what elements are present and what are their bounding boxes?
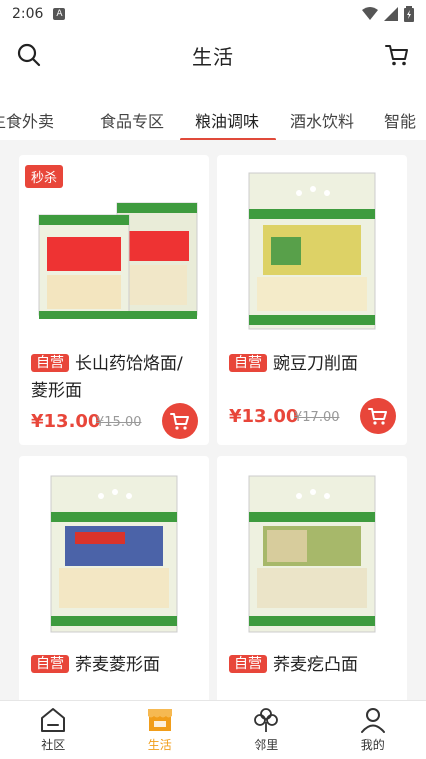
product-name-line1: 荞麦菱形面 xyxy=(75,655,160,675)
original-price: ¥15.00 xyxy=(96,415,142,430)
notification-icon: A xyxy=(53,8,66,20)
add-to-cart-button[interactable] xyxy=(360,398,396,434)
nav-label: 生活 xyxy=(147,738,172,752)
signal-icon xyxy=(384,7,398,21)
product-price: ¥13.00 xyxy=(229,406,299,427)
product-price: ¥13.00 xyxy=(31,411,101,432)
product-grid: 秒杀 自营长山药饸烙面/ 菱形面 ¥13.00 ¥15.00 自营豌豆刀削面 xyxy=(0,140,426,700)
product-name: 自营 豌豆刀削面 xyxy=(229,351,399,378)
wifi-icon xyxy=(362,7,378,20)
cart-icon[interactable] xyxy=(384,42,410,68)
search-icon[interactable] xyxy=(16,42,42,68)
nav-life[interactable]: 生活 xyxy=(107,701,214,759)
nav-label: 我的 xyxy=(360,738,385,752)
status-bar: 2:06 A xyxy=(0,0,426,28)
top-bar: 生活 xyxy=(0,28,426,82)
page-title: 生活 xyxy=(192,44,234,69)
cart-icon xyxy=(368,408,387,425)
product-name-line1: 豌豆刀削面 xyxy=(273,354,358,374)
category-tabs: 生食外卖 食品专区 粮油调味 酒水饮料 智能 xyxy=(0,82,426,140)
nav-neighbor[interactable]: 邻里 xyxy=(213,701,320,759)
product-image xyxy=(248,172,376,330)
nav-community[interactable]: 社区 xyxy=(0,701,107,759)
self-operated-tag: 自营 xyxy=(229,354,267,372)
product-name-line1: 荞麦疙凸面 xyxy=(273,655,358,675)
original-price: ¥17.00 xyxy=(294,410,340,425)
tab-smart[interactable]: 智能 xyxy=(384,108,416,132)
product-image xyxy=(50,475,178,633)
tab-takeaway[interactable]: 生食外卖 xyxy=(0,108,54,132)
product-name: 自营 荞麦疙凸面 xyxy=(229,652,399,679)
tab-drinks[interactable]: 酒水饮料 xyxy=(290,108,354,132)
self-operated-tag: 自营 xyxy=(31,655,69,673)
product-image xyxy=(38,202,198,319)
self-operated-tag: 自营 xyxy=(229,655,267,673)
bottom-nav: 社区 生活 邻里 我的 xyxy=(0,700,426,759)
add-to-cart-button[interactable] xyxy=(162,403,198,439)
tab-grain-oil[interactable]: 粮油调味 xyxy=(195,108,259,132)
product-card[interactable]: 自营 荞麦疙凸面 xyxy=(217,456,407,700)
nav-label: 邻里 xyxy=(254,738,279,752)
clover-icon xyxy=(254,708,279,732)
self-operated-tag: 自营 xyxy=(31,354,69,372)
user-icon xyxy=(360,708,385,733)
battery-icon xyxy=(404,6,414,22)
product-name: 自营 荞麦菱形面 xyxy=(31,652,201,679)
tab-food[interactable]: 食品专区 xyxy=(100,108,164,132)
product-card[interactable]: 秒杀 自营 长山药饸烙面/ 菱形面 ¥13.00 ¥15.00 xyxy=(19,155,209,445)
product-name-line2: 菱形面 xyxy=(31,381,82,401)
nav-label: 社区 xyxy=(41,738,66,752)
shop-icon xyxy=(147,709,172,731)
product-name: 自营 长山药饸烙面/ 菱形面 xyxy=(31,351,201,405)
status-time: 2:06 xyxy=(12,6,44,22)
nav-mine[interactable]: 我的 xyxy=(320,701,426,759)
product-card[interactable]: 自营 荞麦菱形面 xyxy=(19,456,209,700)
product-card[interactable]: 自营 豌豆刀削面 ¥13.00 ¥17.00 xyxy=(217,155,407,445)
status-indicators xyxy=(362,6,414,22)
flash-sale-badge: 秒杀 xyxy=(25,165,64,188)
cart-icon xyxy=(170,413,189,430)
product-name-line1: 长山药饸烙面/ xyxy=(75,354,183,374)
product-image xyxy=(248,475,376,633)
home-icon xyxy=(41,708,66,732)
